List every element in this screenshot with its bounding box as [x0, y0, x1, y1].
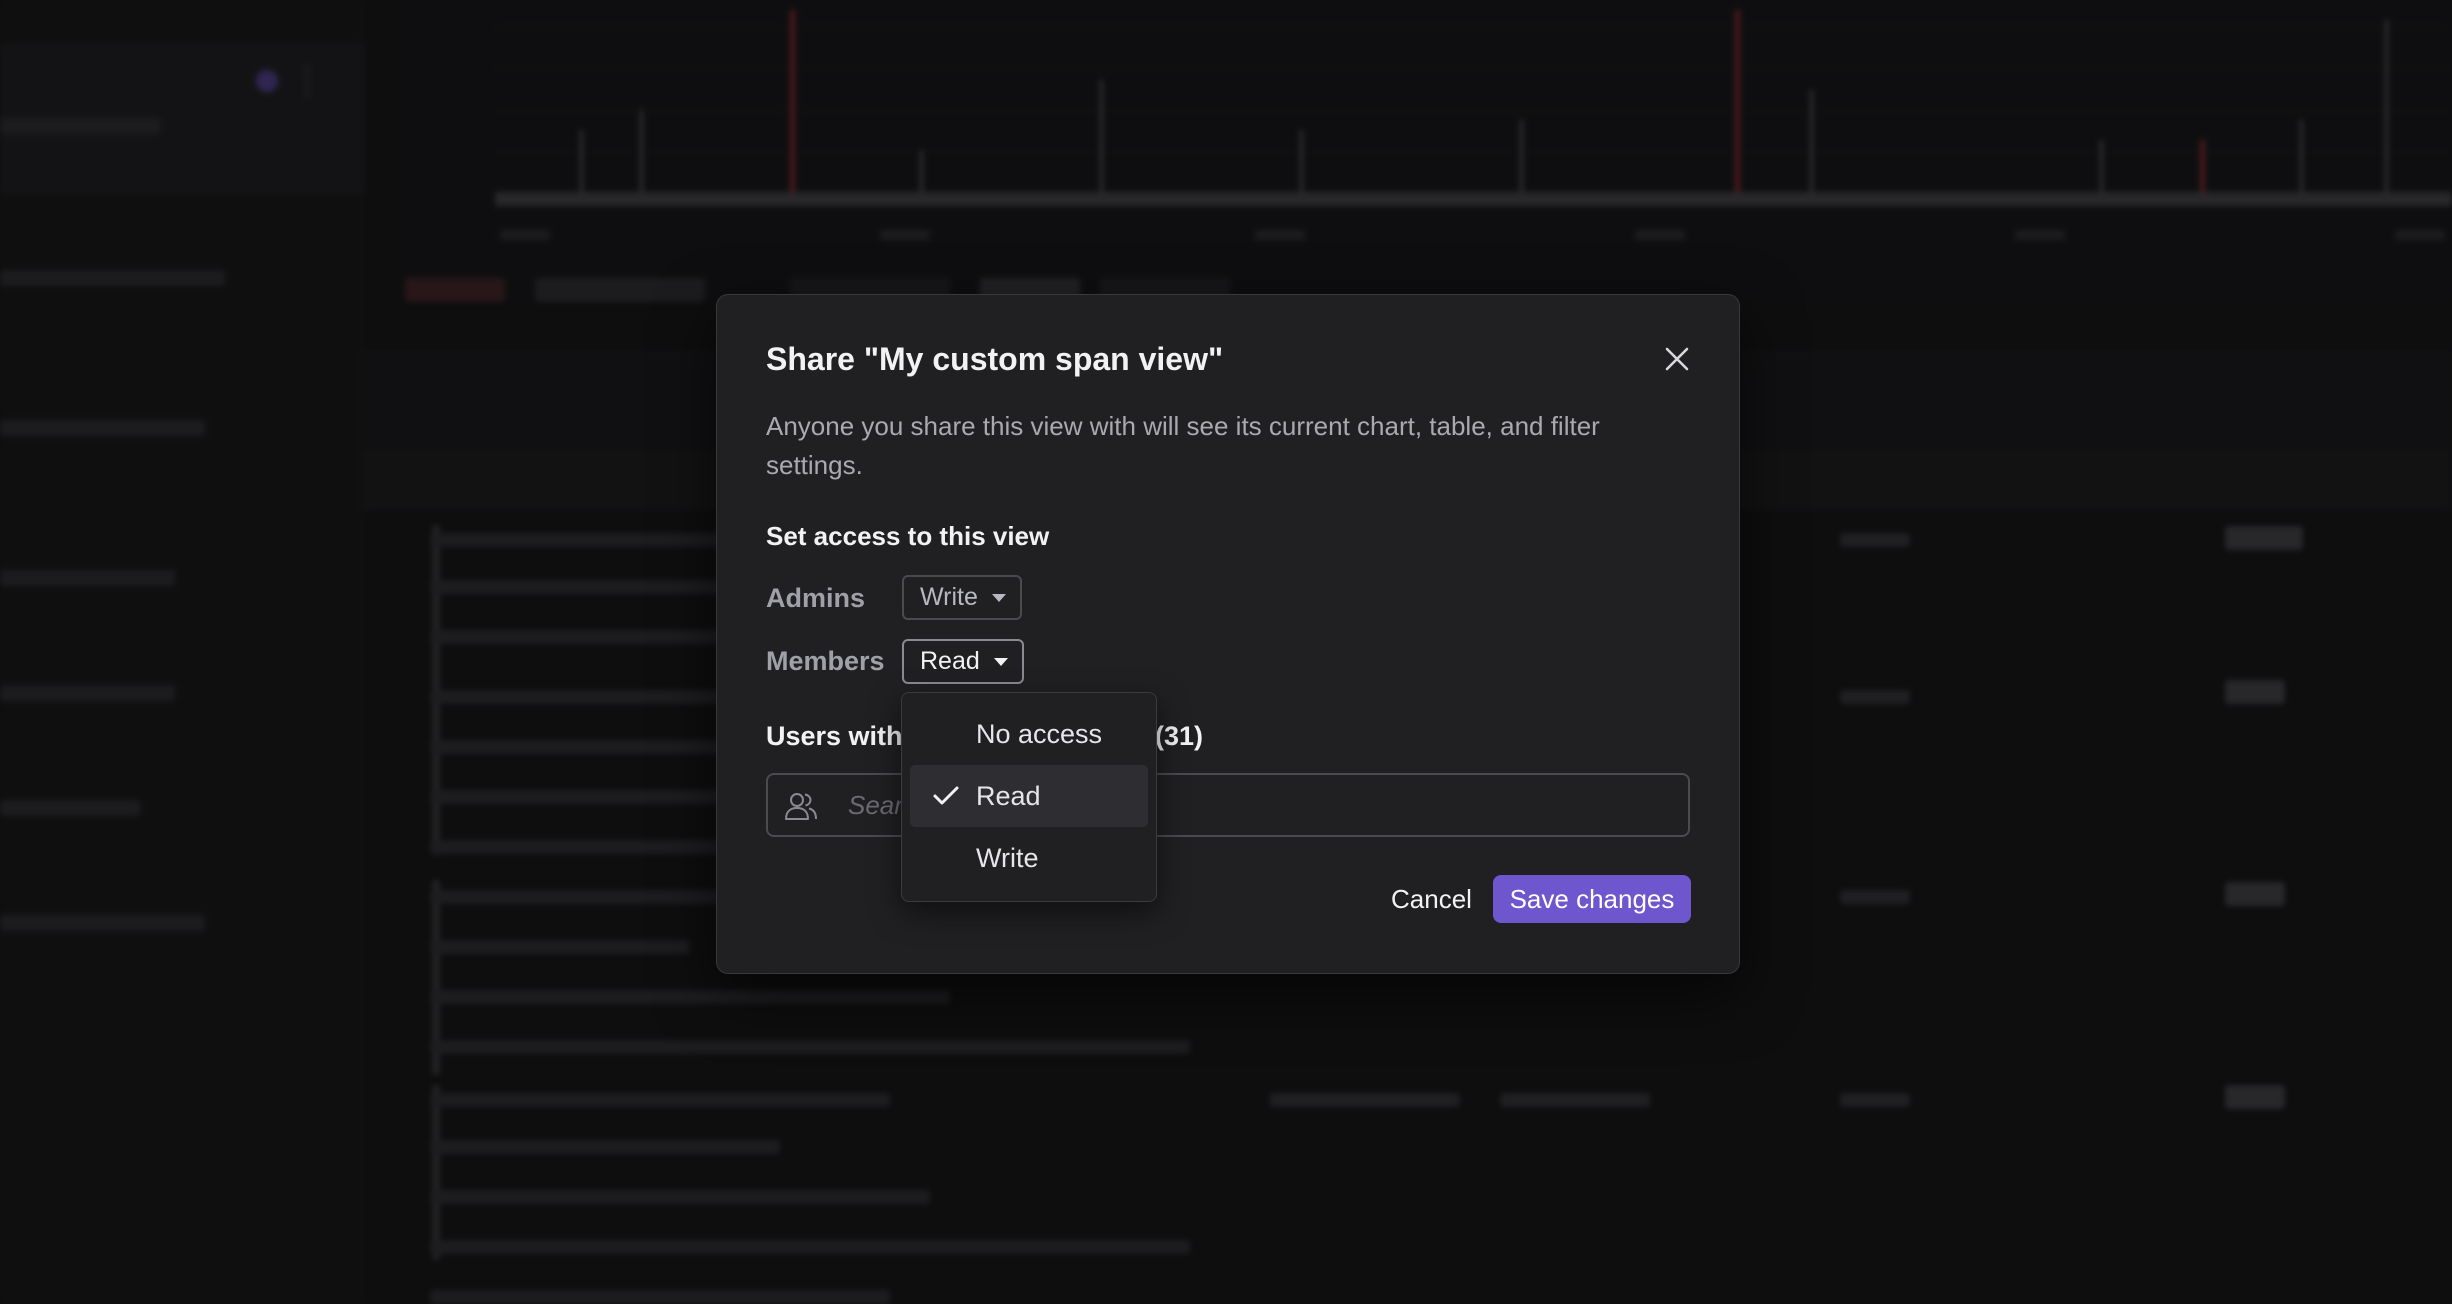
menu-item-label: Write: [976, 842, 1039, 873]
members-label: Members: [766, 646, 885, 676]
close-icon: [1665, 347, 1689, 371]
dialog-description: Anyone you share this view with will see…: [766, 411, 1600, 480]
caret-down-icon: [993, 657, 1008, 666]
menu-item-no-access[interactable]: No access: [910, 703, 1148, 765]
members-access-select[interactable]: Read: [902, 639, 1024, 684]
menu-item-read[interactable]: Read: [910, 765, 1148, 827]
users-with-access-heading: Users with: [766, 721, 903, 751]
save-changes-button[interactable]: Save changes: [1493, 875, 1691, 923]
access-level-menu: No access Read Write: [901, 692, 1157, 902]
access-heading: Set access to this view: [766, 521, 1050, 551]
admins-label: Admins: [766, 583, 866, 613]
caret-down-icon: [991, 593, 1006, 602]
share-dialog: Share "My custom span view" Anyone you s…: [716, 294, 1740, 974]
members-access-value: Read: [920, 647, 980, 675]
dialog-title: Share "My custom span view": [766, 341, 1224, 377]
users-icon: [785, 793, 817, 820]
users-count: (31): [1155, 721, 1204, 751]
menu-item-write[interactable]: Write: [910, 827, 1148, 889]
admins-access-select[interactable]: Write: [902, 575, 1022, 620]
screen: Share "My custom span view" Anyone you s…: [0, 0, 2452, 1304]
cancel-button[interactable]: Cancel: [1377, 875, 1486, 923]
menu-item-label: Read: [976, 780, 1041, 811]
menu-item-label: No access: [976, 718, 1103, 749]
check-icon: [933, 786, 959, 805]
admins-access-value: Write: [920, 583, 978, 611]
close-button[interactable]: [1657, 339, 1697, 379]
